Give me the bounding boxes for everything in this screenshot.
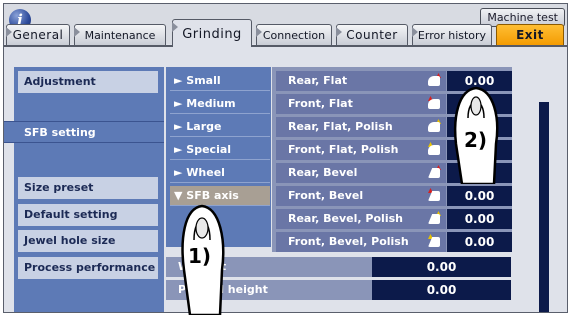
tab-marker-icon xyxy=(412,27,418,37)
tab-label: Exit xyxy=(516,28,544,42)
tab-label: Error history xyxy=(417,29,487,42)
tab-counter[interactable]: Counter xyxy=(336,24,408,46)
tab-marker-icon xyxy=(336,27,342,37)
callout-label-2: 2) xyxy=(464,128,488,152)
condition-label: Rear, Flat, Polish xyxy=(288,120,393,133)
nav-item-size-preset[interactable]: Size preset xyxy=(18,177,158,199)
nav-item-default-setting[interactable]: Default setting xyxy=(18,204,158,226)
condition-rear-bevel-polish[interactable]: Rear, Bevel, Polish xyxy=(276,209,446,229)
value-front-bevel-polish[interactable]: 0.00 xyxy=(447,232,512,252)
tab-marker-icon xyxy=(74,27,80,37)
tab-connection[interactable]: Connection xyxy=(256,24,332,46)
condition-label: Front, Flat xyxy=(288,97,353,110)
nav-item-sfb-setting[interactable]: SFB setting xyxy=(4,121,164,143)
tab-label: Connection xyxy=(262,29,326,42)
condition-label: Rear, Bevel, Polish xyxy=(288,212,403,225)
condition-label: Front, Flat, Polish xyxy=(288,143,399,156)
polish-wheel-height-value[interactable]: 0.00 xyxy=(372,280,511,300)
condition-front-flat-polish[interactable]: Front, Flat, Polish xyxy=(276,140,446,160)
scrollbar[interactable] xyxy=(539,102,549,312)
condition-label: Front, Bevel, Polish xyxy=(288,235,409,248)
nav-item-jewel-hole-size[interactable]: Jewel hole size xyxy=(18,230,158,252)
value-rear-bevel-polish[interactable]: 0.00 xyxy=(447,209,512,229)
sub-item-special[interactable]: ► Special xyxy=(170,140,270,160)
sub-item-wheel-position[interactable]: ► Wheel position xyxy=(170,163,270,199)
tab-general[interactable]: General xyxy=(6,24,70,46)
nav-item-process-performance[interactable]: Process performance xyxy=(18,257,158,279)
tab-label: Counter xyxy=(346,28,398,42)
callout-label-1: 1) xyxy=(188,244,212,268)
condition-front-bevel[interactable]: Front, Bevel xyxy=(276,186,446,206)
condition-front-flat[interactable]: Front, Flat xyxy=(276,94,446,114)
condition-label: Front, Bevel xyxy=(288,189,364,202)
tab-divider xyxy=(4,45,567,47)
nav-item-adjustment[interactable]: Adjustment xyxy=(18,71,158,93)
sub-item-large[interactable]: ► Large xyxy=(170,117,270,137)
tab-maintenance[interactable]: Maintenance xyxy=(74,24,166,46)
condition-rear-bevel[interactable]: Rear, Bevel xyxy=(276,163,446,183)
tab-marker-icon xyxy=(256,27,262,37)
condition-rear-flat-polish[interactable]: Rear, Flat, Polish xyxy=(276,117,446,137)
top-bar: i Machine test General Maintenance Grind… xyxy=(4,4,567,47)
tab-label: General xyxy=(12,28,64,42)
value-front-bevel[interactable]: 0.00 xyxy=(447,186,512,206)
tab-label: Grinding xyxy=(182,27,242,42)
tab-marker-icon xyxy=(6,27,12,37)
flat-lens-icon xyxy=(428,122,440,132)
flat-lens-icon xyxy=(428,76,440,86)
bevel-lens-icon xyxy=(428,214,440,224)
flat-lens-icon xyxy=(428,99,440,109)
bevel-lens-icon xyxy=(428,168,440,178)
condition-label: Rear, Bevel xyxy=(288,166,358,179)
tab-marker-icon xyxy=(172,22,178,32)
sub-item-small[interactable]: ► Small xyxy=(170,71,270,91)
exit-button[interactable]: Exit xyxy=(496,24,564,46)
wheel-height-value[interactable]: 0.00 xyxy=(372,257,511,277)
tab-grinding[interactable]: Grinding xyxy=(172,19,252,47)
sub-item-medium[interactable]: ► Medium xyxy=(170,94,270,114)
condition-label: Rear, Flat xyxy=(288,74,348,87)
condition-rear-flat[interactable]: Rear, Flat xyxy=(276,71,446,91)
condition-front-bevel-polish[interactable]: Front, Bevel, Polish xyxy=(276,232,446,252)
tab-error-history[interactable]: Error history xyxy=(412,24,492,46)
tab-label: Maintenance xyxy=(84,29,156,42)
flat-lens-icon xyxy=(428,145,440,155)
